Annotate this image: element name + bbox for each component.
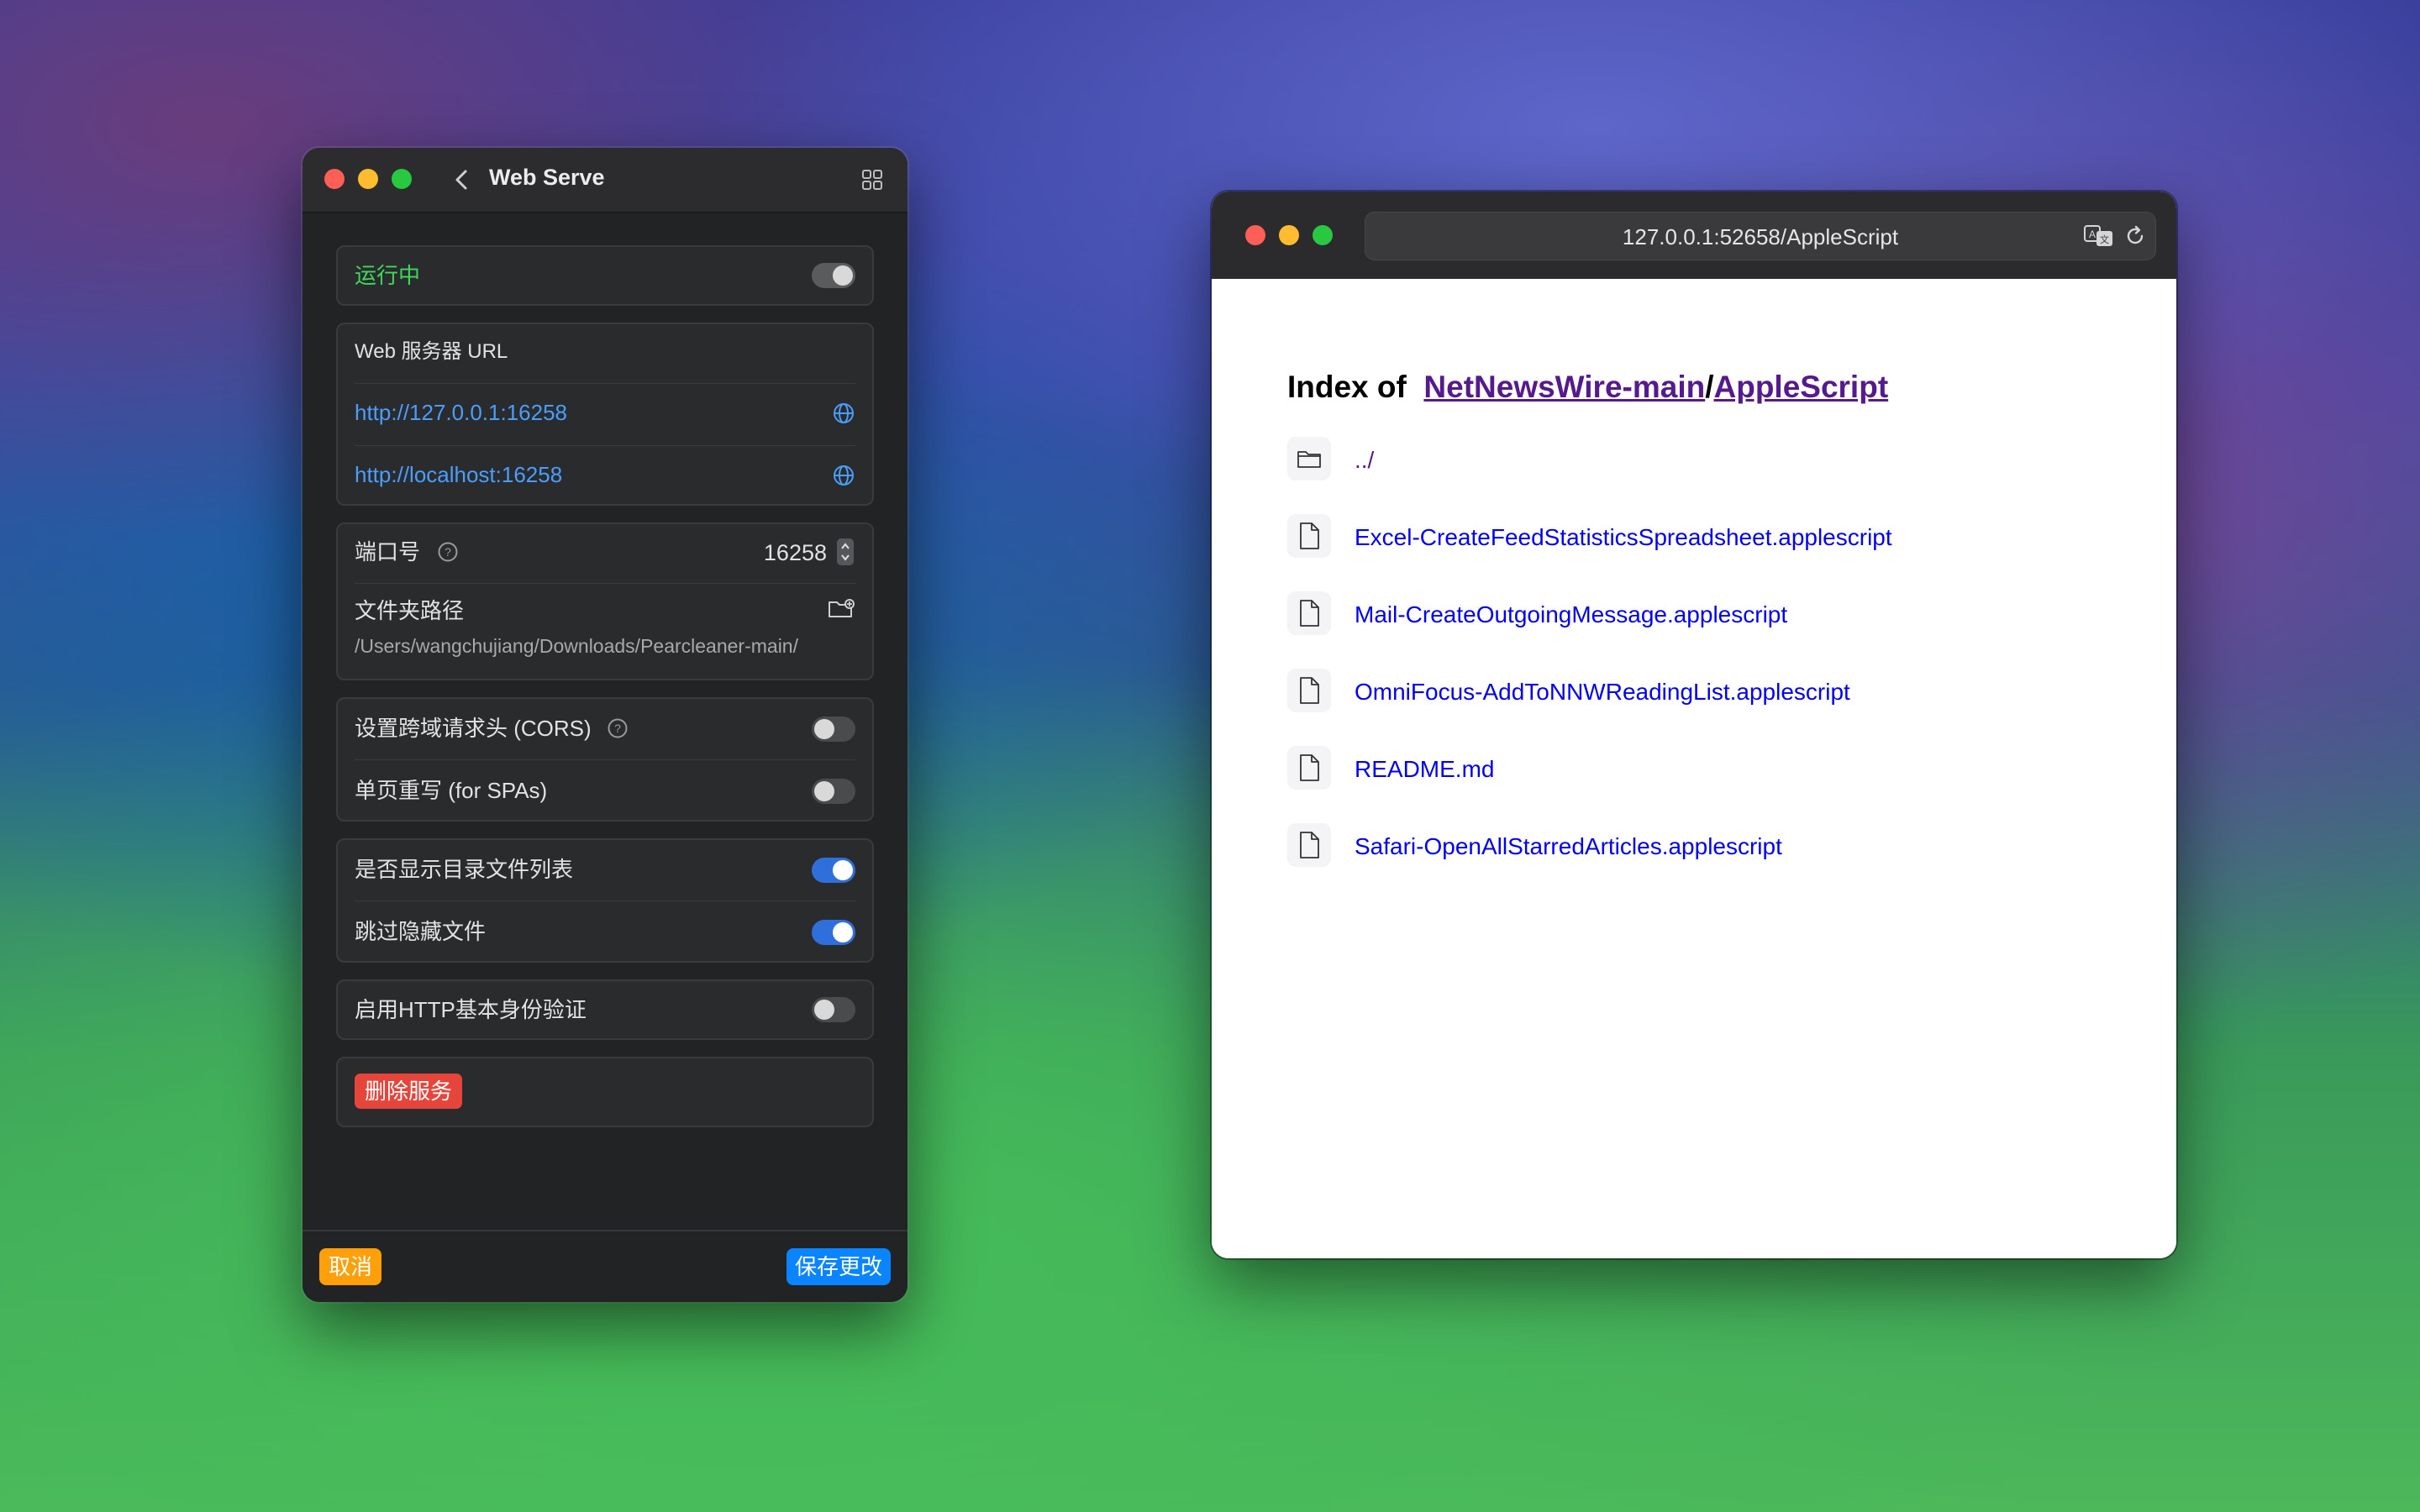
running-status-label: 运行中	[355, 263, 421, 288]
web-serve-window: Web Serve 运行中 Web 服务器 URL http://127.0.0…	[302, 148, 908, 1302]
spa-toggle[interactable]	[812, 779, 855, 804]
delete-service-button[interactable]: 删除服务	[355, 1074, 463, 1109]
address-bar-text[interactable]: 127.0.0.1:52658/AppleScript	[1365, 224, 2155, 250]
svg-text:?: ?	[445, 545, 451, 559]
port-label: 端口号	[355, 539, 421, 564]
minimize-window-button[interactable]	[1279, 225, 1299, 245]
zoom-window-button[interactable]	[1313, 225, 1333, 245]
file-icon	[1287, 669, 1331, 712]
directory-listing-page: Index of NetNewsWire-main/AppleScript ..…	[1212, 279, 2176, 1258]
file-link[interactable]: Safari-OpenAllStarredArticles.applescrip…	[1355, 833, 1782, 860]
chevron-left-icon[interactable]	[445, 163, 479, 197]
file-icon	[1287, 514, 1331, 558]
translate-icon[interactable]: A 文	[2083, 223, 2115, 249]
close-window-button[interactable]	[324, 169, 345, 189]
breadcrumb-link-current[interactable]: AppleScript	[1714, 370, 1889, 404]
http-auth-label: 启用HTTP基本身份验证	[355, 997, 587, 1022]
svg-text:?: ?	[614, 722, 621, 735]
globe-icon[interactable]	[832, 402, 855, 425]
breadcrumb-separator: /	[1705, 370, 1714, 404]
http-auth-card: 启用HTTP基本身份验证	[336, 979, 874, 1040]
file-icon	[1287, 591, 1331, 635]
page-heading: Index of NetNewsWire-main/AppleScript	[1287, 370, 1888, 405]
window-title: Web Serve	[489, 165, 605, 190]
server-url-link-localhost[interactable]: http://localhost:16258	[355, 462, 562, 487]
file-icon	[1287, 823, 1331, 867]
directory-card: 是否显示目录文件列表 跳过隐藏文件	[336, 838, 874, 963]
spa-label: 单页重写 (for SPAs)	[355, 778, 548, 803]
footer-bar: 取消 保存更改	[302, 1230, 908, 1302]
heading-prefix: Index of	[1287, 370, 1407, 404]
port-stepper[interactable]	[837, 538, 854, 565]
browser-window: 127.0.0.1:52658/AppleScript A 文 Index of…	[1212, 192, 2176, 1258]
server-url-link-ip[interactable]: http://127.0.0.1:16258	[355, 400, 567, 425]
http-auth-toggle[interactable]	[812, 997, 855, 1022]
file-link[interactable]: ../	[1355, 447, 1374, 474]
folder-icon	[1287, 437, 1331, 480]
file-icon	[1287, 746, 1331, 790]
folder-path-label: 文件夹路径	[355, 598, 465, 623]
help-icon[interactable]: ?	[607, 717, 629, 739]
minimize-window-button[interactable]	[358, 169, 378, 189]
show-dir-toggle[interactable]	[812, 858, 855, 883]
cors-spa-card: 设置跨域请求头 (CORS) ? 单页重写 (for SPAs)	[336, 697, 874, 822]
grid-icon[interactable]	[860, 168, 884, 192]
cors-toggle[interactable]	[812, 717, 855, 742]
save-changes-button[interactable]: 保存更改	[786, 1248, 891, 1285]
show-dir-label: 是否显示目录文件列表	[355, 857, 574, 882]
zoom-window-button[interactable]	[392, 169, 412, 189]
running-card: 运行中	[336, 245, 874, 306]
breadcrumb-link-root[interactable]: NetNewsWire-main	[1423, 370, 1705, 404]
skip-hidden-toggle[interactable]	[812, 920, 855, 945]
browser-toolbar: 127.0.0.1:52658/AppleScript A 文	[1212, 192, 2176, 279]
folder-path-value: /Users/wangchujiang/Downloads/Pearcleane…	[355, 635, 798, 657]
server-url-card: Web 服务器 URL http://127.0.0.1:16258 http:…	[336, 323, 874, 506]
port-folder-card: 端口号 ? 16258 文件夹路径 /Users/wangchujiang/Do…	[336, 522, 874, 680]
file-link[interactable]: README.md	[1355, 756, 1494, 783]
reload-icon[interactable]	[2123, 224, 2147, 248]
skip-hidden-label: 跳过隐藏文件	[355, 919, 487, 944]
cors-label: 设置跨域请求头 (CORS)	[355, 716, 592, 741]
cancel-button[interactable]: 取消	[319, 1248, 382, 1285]
running-toggle[interactable]	[812, 263, 855, 288]
folder-add-icon[interactable]	[827, 596, 855, 622]
globe-icon[interactable]	[832, 464, 855, 487]
svg-text:文: 文	[2100, 234, 2109, 245]
delete-card: 删除服务	[336, 1057, 874, 1127]
help-icon[interactable]: ?	[437, 541, 459, 563]
server-url-header: Web 服务器 URL	[355, 340, 508, 363]
close-window-button[interactable]	[1245, 225, 1265, 245]
file-link[interactable]: OmniFocus-AddToNNWReadingList.applescrip…	[1355, 679, 1850, 706]
svg-text:A: A	[2089, 228, 2096, 240]
title-bar: Web Serve	[302, 148, 908, 213]
file-link[interactable]: Excel-CreateFeedStatisticsSpreadsheet.ap…	[1355, 524, 1892, 551]
address-bar[interactable]: 127.0.0.1:52658/AppleScript A 文	[1365, 212, 2156, 260]
port-input[interactable]: 16258	[764, 540, 827, 566]
file-link[interactable]: Mail-CreateOutgoingMessage.applescript	[1355, 601, 1787, 628]
